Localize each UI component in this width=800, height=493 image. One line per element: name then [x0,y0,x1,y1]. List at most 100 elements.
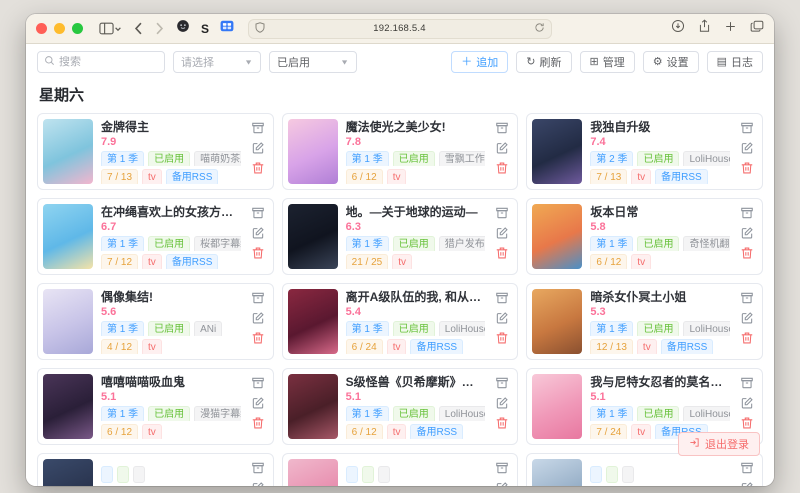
tag-row-primary: 第 1 季 已启用 LoliHouse [590,321,730,336]
edit-icon[interactable] [495,226,509,240]
status-tag: 已启用 [148,236,190,251]
manage-button[interactable]: ⊞ 管理 [580,51,635,73]
anime-poster[interactable] [288,459,338,486]
edit-icon[interactable] [495,396,509,410]
robot-extension-icon[interactable] [176,19,190,38]
anime-poster[interactable] [532,289,582,354]
refresh-button[interactable]: ↻ 刷新 [516,51,571,73]
filter-toolbar: 请选择 ▼ 已启用 ▼ ＋ 追加 ↻ 刷新 ⊞ 管理 [26,44,774,73]
address-bar[interactable]: 192.168.5.4 [248,19,552,39]
archive-icon[interactable] [251,376,265,390]
anime-poster[interactable] [43,204,93,269]
delete-icon[interactable] [740,161,754,175]
reload-icon[interactable] [534,20,545,38]
edit-icon[interactable] [495,311,509,325]
status-tag: 已启用 [637,321,679,336]
delete-icon[interactable] [495,331,509,345]
settings-button[interactable]: ⚙ 设置 [643,51,699,73]
anime-poster[interactable] [43,289,93,354]
edit-icon[interactable] [740,481,754,486]
edit-icon[interactable] [740,141,754,155]
type-tag: tv [387,169,407,184]
archive-icon[interactable] [740,291,754,305]
tag-row-secondary: 12 / 13 tv 备用RSS [590,339,730,354]
chrome-right-actions [671,19,764,38]
delete-icon[interactable] [495,416,509,430]
delete-icon[interactable] [251,246,265,260]
archive-icon[interactable] [740,121,754,135]
archive-icon[interactable] [740,376,754,390]
card-actions [249,289,267,354]
archive-icon[interactable] [495,121,509,135]
archive-icon[interactable] [251,206,265,220]
grid-app-extension-icon[interactable] [220,19,234,38]
delete-icon[interactable] [251,331,265,345]
status-select[interactable]: 已启用 ▼ [269,51,357,73]
edit-icon[interactable] [740,396,754,410]
archive-icon[interactable] [251,291,265,305]
tab-overview-icon[interactable] [750,20,764,38]
anime-poster[interactable] [43,374,93,439]
status-tag: 已启用 [393,406,435,421]
minimize-window-button[interactable] [54,23,65,34]
back-button-icon[interactable] [134,22,143,35]
anime-title: 我独自升级 [590,120,730,133]
anime-poster[interactable] [288,289,338,354]
logs-button[interactable]: ▤ 日志 [707,51,763,73]
forward-button-icon[interactable] [155,22,164,35]
anime-poster[interactable] [288,374,338,439]
episodes-tag: 6 / 12 [101,424,138,439]
delete-icon[interactable] [740,331,754,345]
search-input[interactable] [37,51,165,73]
tag-row-primary: 第 2 季 已启用 LoliHouse [590,151,730,166]
delete-icon[interactable] [740,416,754,430]
delete-icon[interactable] [251,416,265,430]
season-tag: 第 2 季 [590,151,633,166]
archive-icon[interactable] [495,461,509,475]
delete-icon[interactable] [740,246,754,260]
anime-poster[interactable] [532,119,582,184]
edit-icon[interactable] [495,481,509,486]
delete-icon[interactable] [251,161,265,175]
downloads-icon[interactable] [671,19,685,38]
edit-icon[interactable] [251,311,265,325]
edit-icon[interactable] [740,226,754,240]
category-select[interactable]: 请选择 ▼ [173,51,261,73]
archive-icon[interactable] [740,461,754,475]
archive-icon[interactable] [495,206,509,220]
season-tag: 第 1 季 [590,236,633,251]
zoom-window-button[interactable] [72,23,83,34]
delete-icon[interactable] [495,161,509,175]
archive-icon[interactable] [251,121,265,135]
search-field[interactable] [59,56,158,68]
anime-poster[interactable] [288,119,338,184]
edit-icon[interactable] [251,396,265,410]
anime-poster[interactable] [532,204,582,269]
archive-icon[interactable] [495,376,509,390]
archive-icon[interactable] [495,291,509,305]
anime-poster[interactable] [532,374,582,439]
new-tab-icon[interactable] [724,20,737,38]
delete-icon[interactable] [495,246,509,260]
archive-icon[interactable] [740,206,754,220]
share-icon[interactable] [698,19,711,38]
anime-poster[interactable] [43,119,93,184]
edit-icon[interactable] [251,481,265,486]
edit-icon[interactable] [740,311,754,325]
edit-icon[interactable] [251,226,265,240]
anime-poster[interactable] [43,459,93,486]
type-tag: tv [142,169,162,184]
s-logo-extension-icon[interactable]: S [201,23,209,35]
tag-row-secondary: 6 / 12 tv [346,169,486,184]
archive-icon[interactable] [251,461,265,475]
close-window-button[interactable] [36,23,47,34]
edit-icon[interactable] [251,141,265,155]
anime-card: 嘻嘻喵喵吸血鬼 5.1 第 1 季 已启用 漫猫字幕组 6 / 12 tv [37,368,274,445]
season-tag: 第 1 季 [346,236,389,251]
anime-poster[interactable] [532,459,582,486]
anime-poster[interactable] [288,204,338,269]
edit-icon[interactable] [495,141,509,155]
sidebar-toggle-icon[interactable] [99,22,122,35]
add-button[interactable]: ＋ 追加 [451,51,508,73]
logout-button[interactable]: 退出登录 [678,432,760,456]
